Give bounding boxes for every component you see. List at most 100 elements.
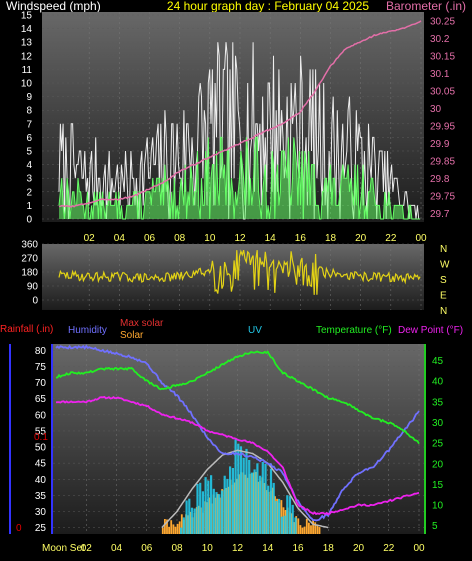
compass-label: N xyxy=(440,244,447,255)
compass-label: W xyxy=(440,260,450,271)
rain-tick: 0.1 xyxy=(34,432,48,443)
direction-tick: 90 xyxy=(27,282,39,293)
windspeed-tick: 15 xyxy=(21,11,33,22)
rainfall-label: Rainfall (.in) xyxy=(0,324,53,335)
uv-bar xyxy=(210,475,213,534)
windspeed-tick: 12 xyxy=(21,51,33,62)
windspeed-tick: 5 xyxy=(26,147,32,158)
uv-bar xyxy=(242,457,245,534)
uv-bar xyxy=(248,460,251,534)
temperature-y-ticks: 5 10 15 20 25 30 35 40 45 xyxy=(432,356,444,532)
temperature-tick: 25 xyxy=(432,439,444,450)
x-tick-label: 08 xyxy=(171,543,183,554)
temperature-tick: 5 xyxy=(432,521,438,532)
uv-bar xyxy=(231,468,234,534)
weather-graph: Windspeed (mph) 24 hour graph day : Febr… xyxy=(0,0,472,561)
windspeed-tick: 3 xyxy=(26,174,32,185)
uv-bar xyxy=(190,507,194,534)
uv-bar xyxy=(280,516,283,534)
uv-bar xyxy=(237,443,240,534)
x-tick-label: 18 xyxy=(323,543,335,554)
x-tick-label: 10 xyxy=(204,233,216,244)
max-solar-label: Max solar xyxy=(120,318,164,329)
wind-x-ticks: 02 04 06 08 10 12 14 16 18 20 22 00 xyxy=(84,233,427,244)
humidity-tick: 75 xyxy=(35,362,47,373)
x-tick-label: 22 xyxy=(383,543,395,554)
solar-bar xyxy=(176,523,179,534)
barometer-tick: 30.2 xyxy=(430,34,450,45)
uv-label: UV xyxy=(248,325,262,336)
solar-bar xyxy=(303,526,306,534)
humidity-tick: 70 xyxy=(35,378,47,389)
humidity-tick: 50 xyxy=(35,443,47,454)
solar-label: Solar xyxy=(120,330,144,341)
humidity-tick: 25 xyxy=(35,523,47,534)
chart-title: 24 hour graph day : February 04 2025 xyxy=(167,0,369,13)
direction-tick: 360 xyxy=(21,240,38,251)
climate-x-ticks: 02 04 06 08 10 12 14 16 18 20 22 00 xyxy=(81,543,425,554)
uv-bar xyxy=(218,494,221,534)
windspeed-y-ticks: 0123456789101112131415 xyxy=(21,11,33,226)
x-tick-label: 06 xyxy=(144,233,156,244)
barometer-tick: 30 xyxy=(430,104,442,115)
solar-bar xyxy=(308,522,310,534)
uv-bar xyxy=(185,500,188,534)
solar-bar xyxy=(310,525,312,534)
windspeed-tick: 10 xyxy=(21,79,33,90)
solar-bar xyxy=(168,526,170,534)
solar-bar xyxy=(170,520,173,534)
humidity-label: Humidity xyxy=(68,325,107,336)
solar-bar xyxy=(301,527,304,534)
x-tick-label: 04 xyxy=(111,543,123,554)
barometer-y-ticks: 29.7 29.75 29.8 29.85 29.9 29.95 30 30.05 30.1 30… xyxy=(430,16,455,220)
uv-bar xyxy=(291,504,294,534)
solar-bar xyxy=(299,525,302,534)
x-tick-label: 16 xyxy=(295,233,307,244)
uv-bar xyxy=(256,463,259,534)
humidity-tick: 40 xyxy=(35,475,47,486)
x-tick-label: 20 xyxy=(355,233,367,244)
uv-bar xyxy=(250,472,253,534)
x-tick-label: 18 xyxy=(325,233,337,244)
uv-bar xyxy=(199,482,202,534)
humidity-tick: 35 xyxy=(35,491,47,502)
temperature-tick: 15 xyxy=(432,480,444,491)
humidity-tick: 30 xyxy=(35,507,47,518)
uv-bar xyxy=(220,490,224,534)
barometer-tick: 30.1 xyxy=(430,69,450,80)
temperature-tick: 30 xyxy=(432,418,444,429)
windspeed-tick: 0 xyxy=(26,215,32,226)
direction-tick: 180 xyxy=(21,268,38,279)
temperature-tick: 40 xyxy=(432,377,444,388)
uv-bar xyxy=(267,485,270,534)
barometer-tick: 29.95 xyxy=(430,121,455,132)
humidity-tick: 60 xyxy=(35,410,47,421)
uv-bar xyxy=(269,468,273,534)
uv-bar xyxy=(253,469,256,534)
solar-bar xyxy=(161,527,164,534)
compass-label: S xyxy=(440,275,447,286)
solar-bar xyxy=(172,524,175,534)
solar-bar xyxy=(174,526,177,534)
humidity-tick: 45 xyxy=(35,459,47,470)
barometer-tick: 29.9 xyxy=(430,139,450,150)
x-tick-label: 14 xyxy=(265,233,277,244)
direction-y-ticks: 0 90 180 270 360 xyxy=(21,240,38,307)
uv-bar xyxy=(245,448,248,534)
uv-bar xyxy=(207,480,210,534)
barometer-tick: 30.05 xyxy=(430,86,455,97)
uv-bar xyxy=(286,495,289,534)
direction-tick: 0 xyxy=(32,296,38,307)
x-tick-label: 14 xyxy=(262,543,274,554)
windspeed-tick: 8 xyxy=(26,106,32,117)
compass-label: N xyxy=(440,306,447,317)
solar-bar xyxy=(297,518,300,534)
compass-labels: NWSEN xyxy=(440,244,450,317)
uv-bar xyxy=(275,501,278,534)
moon-set-label: Moon Set xyxy=(42,543,85,554)
barometer-axis-title: Barometer (.in) xyxy=(386,0,466,13)
temperature-tick: 20 xyxy=(432,459,444,470)
x-tick-label: 12 xyxy=(232,543,244,554)
windspeed-tick: 2 xyxy=(26,187,32,198)
direction-tick: 270 xyxy=(21,254,38,265)
